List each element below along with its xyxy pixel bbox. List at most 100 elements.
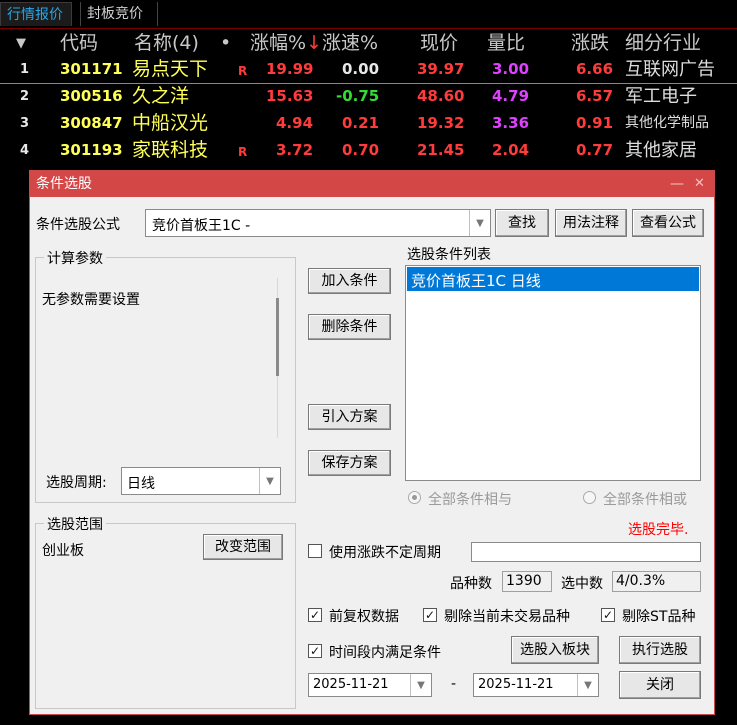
row-index: 4 (20, 143, 30, 158)
speed: 0.00 (342, 60, 380, 78)
to-block-button[interactable]: 选股入板块 (511, 636, 599, 664)
table-row[interactable]: 3 300847 中船汉光 4.94 0.21 19.32 3.36 0.91 … (0, 110, 737, 137)
volume-ratio: 3.36 (492, 114, 530, 132)
col-price[interactable]: 现价 (420, 30, 458, 57)
condition-list-item-label: 竞价首板王1C 日线 (411, 272, 541, 290)
sort-down-icon[interactable]: ▼ (16, 30, 26, 57)
radio-and[interactable] (408, 491, 421, 504)
range-group: 选股范围 创业板 改变范围 (35, 514, 296, 709)
close-icon[interactable]: ✕ (694, 171, 705, 197)
industry: 互联网广告 (625, 59, 715, 80)
tab-quotes[interactable]: 行情报价 (0, 2, 72, 26)
change-pct: 19.99 (266, 60, 314, 78)
col-change[interactable]: 涨跌 (571, 30, 609, 57)
period-combo[interactable]: 日线 ▼ (121, 467, 281, 495)
params-scroll-thumb[interactable] (276, 298, 279, 376)
industry: 其他化学制品 (625, 115, 709, 131)
dialog-title: 条件选股 (36, 176, 92, 192)
chevron-down-icon[interactable]: ▼ (259, 468, 280, 494)
change-range-button[interactable]: 改变范围 (203, 534, 283, 560)
condition-list[interactable]: 竞价首板王1C 日线 (405, 265, 701, 481)
view-formula-button[interactable]: 查看公式 (632, 209, 704, 237)
speed: 0.21 (342, 114, 380, 132)
radio-or-label: 全部条件相或 (603, 492, 687, 508)
date-from-value: 2025-11-21 (313, 677, 389, 692)
usage-button[interactable]: 用法注释 (555, 209, 627, 237)
col-code[interactable]: 代码 (60, 30, 98, 57)
uncertain-period-input[interactable] (471, 542, 701, 562)
sort-arrow-icon: ↓ (306, 32, 322, 54)
chevron-down-icon[interactable]: ▼ (469, 210, 490, 236)
params-group-title: 计算参数 (44, 248, 106, 268)
change-pct: 4.94 (276, 114, 314, 132)
stock-name: 中船汉光 (132, 112, 209, 134)
count-value: 1390 (506, 573, 542, 589)
use-uncertain-period-checkbox[interactable] (308, 544, 322, 558)
change-pct: 3.72 (276, 141, 314, 159)
col-speed[interactable]: 涨速% (322, 30, 378, 57)
col-change-pct-label: 涨幅% (250, 32, 307, 54)
stock-name: 久之洋 (132, 85, 190, 107)
stock-code: 301171 (60, 60, 123, 78)
table-row[interactable]: 4 301193 家联科技 R 3.72 0.70 21.45 2.04 0.7… (0, 137, 737, 164)
find-button[interactable]: 查找 (495, 209, 549, 237)
params-group: 计算参数 无参数需要设置 选股周期: 日线 ▼ (35, 248, 296, 503)
save-plan-button[interactable]: 保存方案 (308, 450, 391, 476)
date-from-picker[interactable]: 2025-11-21 ▼ (308, 673, 432, 697)
formula-label: 条件选股公式 (36, 217, 120, 233)
chevron-down-icon[interactable]: ▼ (410, 674, 431, 696)
table-row[interactable]: 2 300516 久之洋 15.63 -0.75 48.60 4.79 6.57… (0, 83, 737, 110)
date-to-picker[interactable]: 2025-11-21 ▼ (473, 673, 599, 697)
forward-adjust-checkbox[interactable]: ✓ (308, 608, 322, 622)
selected-box: 4/0.3% (612, 571, 701, 592)
table-row[interactable]: 1 301171 易点天下 R 19.99 0.00 39.97 3.00 6.… (0, 56, 737, 84)
range-value: 创业板 (42, 543, 84, 559)
formula-combo[interactable]: 竞价首板王1C - ▼ (145, 209, 491, 237)
forward-adjust-label: 前复权数据 (329, 609, 399, 625)
col-change-pct[interactable]: 涨幅%↓ (250, 30, 322, 57)
volume-ratio: 2.04 (492, 141, 530, 159)
stock-code: 300847 (60, 114, 123, 132)
minimize-icon[interactable]: — (670, 171, 684, 197)
radio-or[interactable] (583, 491, 596, 504)
stock-name: 易点天下 (132, 58, 209, 80)
radio-and-label: 全部条件相与 (428, 492, 512, 508)
condition-list-label: 选股条件列表 (407, 247, 491, 263)
add-condition-button[interactable]: 加入条件 (308, 268, 391, 294)
row-index: 2 (20, 89, 30, 104)
count-box: 1390 (502, 571, 552, 592)
execute-button[interactable]: 执行选股 (619, 636, 701, 664)
period-label: 选股周期: (46, 475, 107, 491)
table-header: ▼ 代码 名称(4) • 涨幅%↓ 涨速% 现价 量比 涨跌 细分行业 (0, 30, 737, 56)
import-plan-button[interactable]: 引入方案 (308, 404, 391, 430)
time-range-checkbox[interactable]: ✓ (308, 644, 322, 658)
stock-name: 家联科技 (132, 139, 209, 161)
use-uncertain-period-label: 使用涨跌不定周期 (329, 545, 441, 561)
col-dot: • (220, 32, 232, 54)
col-name[interactable]: 名称(4) (134, 30, 199, 57)
r-flag-icon: R (238, 64, 248, 78)
exclude-st-label: 剔除ST品种 (622, 609, 696, 625)
status-text: 选股完毕. (628, 522, 689, 538)
exclude-st-checkbox[interactable]: ✓ (601, 608, 615, 622)
change: 0.91 (576, 114, 614, 132)
dialog-titlebar[interactable]: 条件选股 — ✕ (30, 171, 714, 197)
exclude-untraded-checkbox[interactable]: ✓ (423, 608, 437, 622)
delete-condition-button[interactable]: 删除条件 (308, 314, 391, 340)
date-separator: - (451, 676, 457, 692)
formula-value: 竞价首板王1C - (152, 218, 251, 234)
industry: 军工电子 (625, 86, 697, 107)
chevron-down-icon[interactable]: ▼ (577, 674, 598, 696)
params-text: 无参数需要设置 (42, 292, 140, 308)
tab-limit-auction[interactable]: 封板竞价 (80, 2, 158, 26)
price: 39.97 (417, 60, 465, 78)
condition-list-item[interactable]: 竞价首板王1C 日线 (407, 267, 699, 291)
change: 6.66 (576, 60, 614, 78)
price: 19.32 (417, 114, 465, 132)
price: 21.45 (417, 141, 465, 159)
speed: -0.75 (336, 87, 380, 105)
condition-select-dialog: 条件选股 — ✕ 条件选股公式 竞价首板王1C - ▼ 查找 用法注释 查看公式… (29, 170, 715, 715)
col-industry[interactable]: 细分行业 (625, 30, 701, 57)
close-button[interactable]: 关闭 (619, 671, 701, 699)
col-volume-ratio[interactable]: 量比 (487, 30, 525, 57)
